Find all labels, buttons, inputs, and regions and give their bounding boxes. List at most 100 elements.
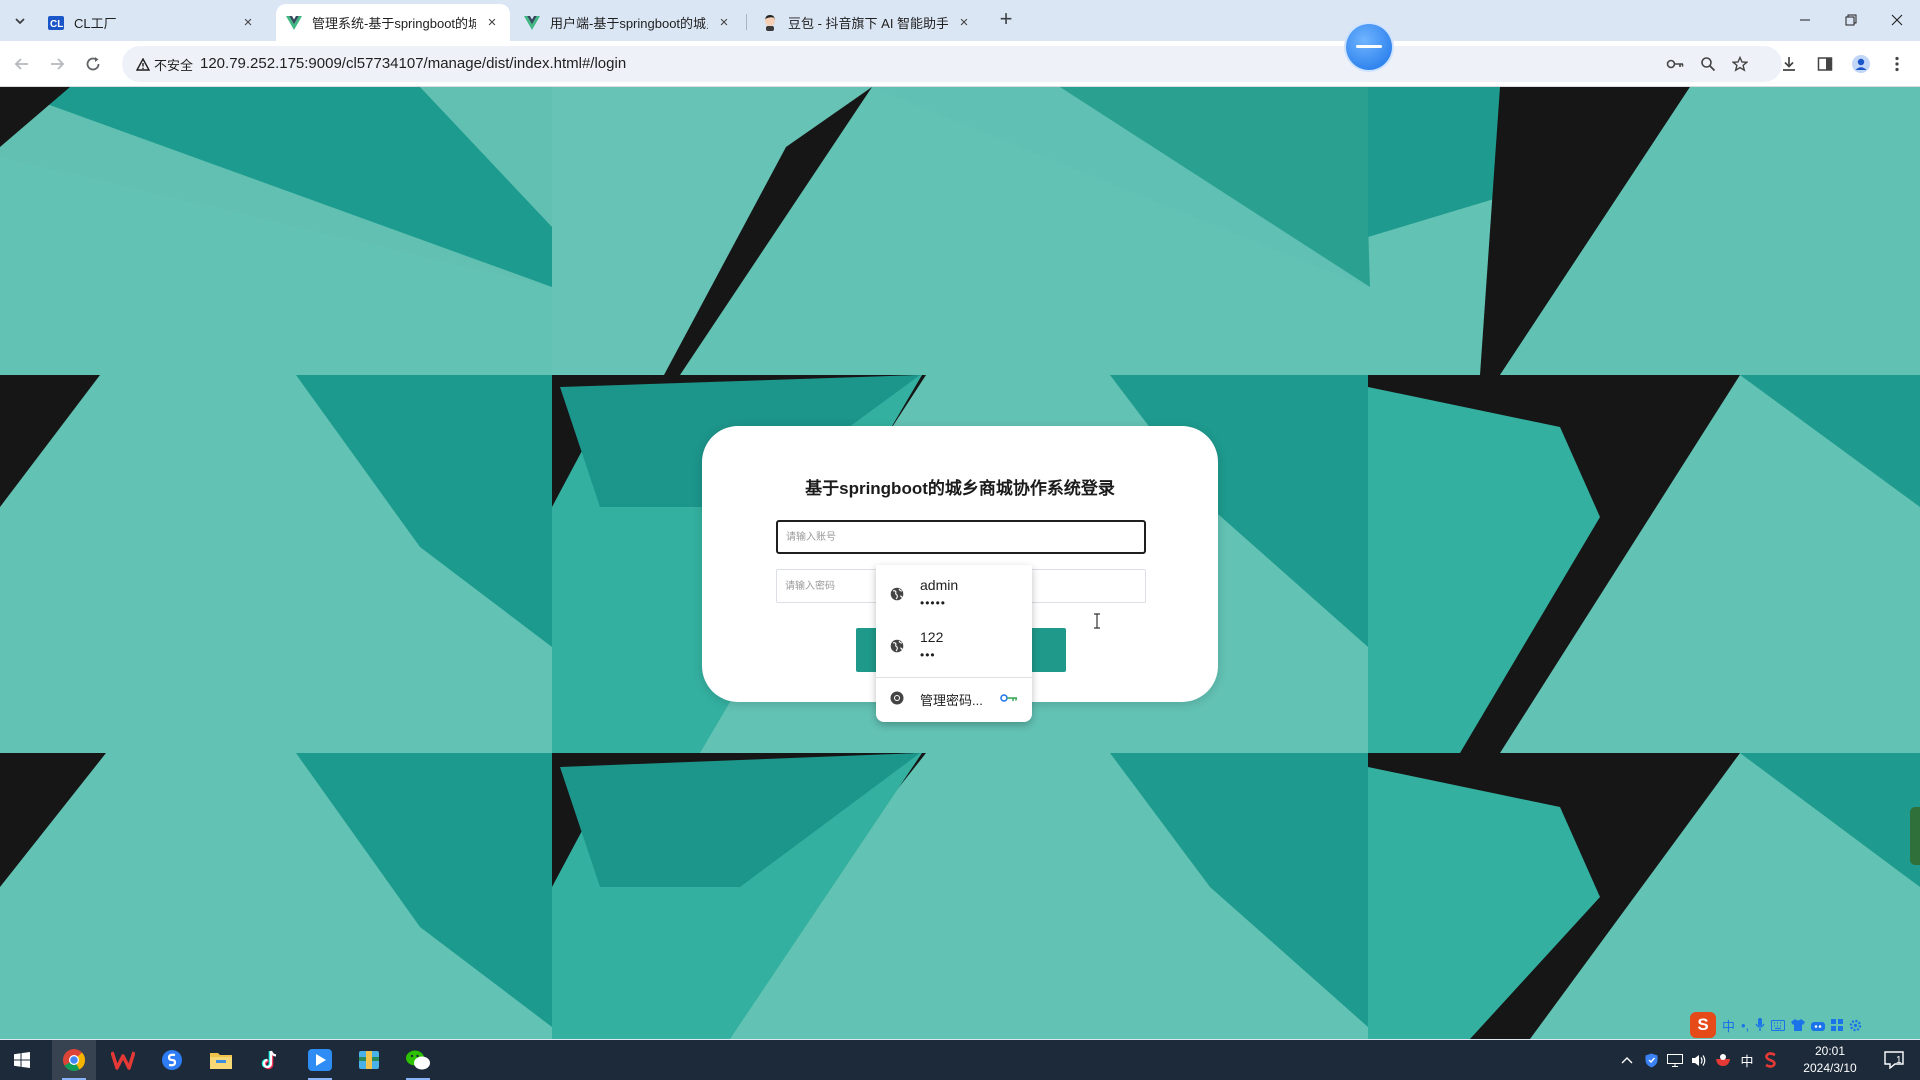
grid-icon[interactable] <box>1831 1019 1844 1031</box>
autofill-suggestion[interactable]: 122 ••• <box>876 621 1032 671</box>
globe-icon <box>890 587 904 601</box>
browser-toolbar: 不安全 120.79.252.175:9009/cl57734107/manag… <box>0 41 1920 87</box>
tab-doubao[interactable]: 豆包 - 抖音旗下 AI 智能助手 × <box>752 4 982 41</box>
security-label: 不安全 <box>154 57 194 73</box>
zoom-button[interactable] <box>1694 50 1722 78</box>
tray-network[interactable] <box>1664 1040 1686 1080</box>
divider <box>876 677 1032 678</box>
tray-sogou-ime[interactable] <box>1760 1040 1782 1080</box>
folder-icon <box>210 1053 232 1069</box>
url-text[interactable]: 120.79.252.175:9009/cl57734107/manage/di… <box>200 46 626 82</box>
notification-center-button[interactable]: 1 <box>1874 1040 1914 1080</box>
minimize-icon <box>1800 19 1810 21</box>
globe-icon <box>890 639 904 653</box>
play-icon <box>308 1049 332 1071</box>
reload-button[interactable] <box>79 50 107 78</box>
text-cursor-icon <box>1094 613 1100 629</box>
tray-app-icon[interactable] <box>1712 1040 1734 1080</box>
address-bar[interactable]: 不安全 120.79.252.175:9009/cl57734107/manag… <box>122 46 1782 82</box>
tray-volume[interactable] <box>1688 1040 1710 1080</box>
tray-ime-lang[interactable]: 中 <box>1736 1040 1758 1080</box>
notification-count: 1 <box>1896 1055 1902 1066</box>
sogou-logo-icon[interactable]: S <box>1690 1012 1716 1038</box>
browser-menu-button[interactable] <box>1883 50 1911 78</box>
tab-user-side[interactable]: 用户端-基于springboot的城乡 × <box>514 4 742 41</box>
new-tab-button[interactable]: + <box>994 8 1018 32</box>
skin-shirt-icon[interactable] <box>1791 1019 1806 1031</box>
restore-icon <box>1845 14 1857 26</box>
chevron-down-icon <box>15 18 25 25</box>
tiktok-icon <box>261 1050 277 1070</box>
username-field[interactable] <box>776 520 1146 554</box>
close-tab-icon[interactable]: × <box>716 14 732 31</box>
taskbar-file-explorer[interactable] <box>199 1040 243 1080</box>
kebab-menu-icon <box>1895 56 1899 72</box>
autofill-suggestion[interactable]: admin ••••• <box>876 569 1032 619</box>
tab-title: 用户端-基于springboot的城乡 <box>550 16 708 31</box>
downloads-button[interactable] <box>1775 50 1803 78</box>
close-tab-icon[interactable]: × <box>484 14 500 31</box>
microphone-icon[interactable] <box>1755 1018 1765 1032</box>
side-panel-icon <box>1817 57 1833 71</box>
side-panel-handle[interactable] <box>1910 807 1920 865</box>
close-tab-icon[interactable]: × <box>956 14 972 31</box>
taskbar-video-app[interactable] <box>298 1040 342 1080</box>
network-icon <box>1667 1053 1683 1067</box>
magnifier-icon <box>1701 57 1716 72</box>
toolbox-icon[interactable] <box>1811 1019 1826 1031</box>
punctuation-icon[interactable]: •, <box>1741 1018 1749 1033</box>
chrome-icon <box>63 1049 85 1071</box>
keyboard-icon[interactable] <box>1771 1019 1786 1031</box>
settings-gear-icon[interactable] <box>1849 1019 1862 1032</box>
taskbar-sogou-browser[interactable] <box>150 1040 194 1080</box>
tab-search-dropdown[interactable] <box>8 9 32 33</box>
autofill-password-mask: ••• <box>920 648 936 662</box>
sogou-ime-icon <box>1765 1052 1776 1068</box>
manage-passwords-label: 管理密码... <box>920 693 983 708</box>
system-clock[interactable]: 20:01 2024/3/10 <box>1788 1043 1872 1077</box>
taskbar-archive-app[interactable] <box>347 1040 391 1080</box>
autofill-username: 122 <box>920 629 944 645</box>
minimize-button[interactable] <box>1782 0 1828 40</box>
taskbar-wechat[interactable] <box>396 1040 440 1080</box>
profile-button[interactable] <box>1847 50 1875 78</box>
wechat-icon <box>406 1050 430 1070</box>
tab-cl-factory[interactable]: CL CL工厂 × <box>38 4 266 41</box>
windows-logo-icon <box>14 1052 30 1068</box>
vue-logo-icon <box>286 15 302 31</box>
forward-button[interactable] <box>43 50 71 78</box>
shield-icon <box>1645 1053 1657 1067</box>
tab-admin-system[interactable]: 管理系统-基于springboot的城 × <box>276 4 510 41</box>
vue-logo-icon <box>524 15 540 31</box>
start-button[interactable] <box>0 1040 44 1080</box>
manage-passwords-item[interactable]: 管理密码... <box>876 680 1032 716</box>
tile-row-3 <box>0 753 1920 1039</box>
restore-button[interactable] <box>1828 0 1874 40</box>
wps-icon <box>111 1051 135 1070</box>
back-button[interactable] <box>8 50 36 78</box>
speaker-icon <box>1692 1054 1706 1066</box>
close-tab-icon[interactable]: × <box>240 14 256 31</box>
taskbar-wps[interactable] <box>101 1040 145 1080</box>
bookmark-button[interactable] <box>1726 50 1754 78</box>
floating-extension-icon[interactable] <box>1346 24 1392 70</box>
taskbar-chrome[interactable] <box>52 1040 96 1080</box>
sogou-browser-icon <box>162 1050 182 1070</box>
windows-taskbar: 中 20:01 2024/3/10 1 <box>0 1040 1920 1080</box>
tab-title: 管理系统-基于springboot的城 <box>312 16 476 31</box>
taskbar-douyin[interactable] <box>248 1040 292 1080</box>
ime-lang-label[interactable]: 中 <box>1722 1016 1735 1035</box>
tray-overflow-button[interactable] <box>1616 1040 1638 1080</box>
close-window-button[interactable] <box>1874 0 1920 40</box>
autofill-password-mask: ••••• <box>920 596 947 610</box>
site-info-chip[interactable]: 不安全 <box>128 51 201 77</box>
svg-text:CL: CL <box>50 19 63 30</box>
side-panel-button[interactable] <box>1811 50 1839 78</box>
username-input[interactable] <box>778 522 1144 552</box>
star-icon <box>1732 56 1748 72</box>
tray-security[interactable] <box>1640 1040 1662 1080</box>
arrow-left-icon <box>14 58 28 70</box>
tab-title: 豆包 - 抖音旗下 AI 智能助手 <box>788 16 948 31</box>
tab-separator <box>746 14 747 30</box>
password-key-button[interactable] <box>1661 50 1689 78</box>
